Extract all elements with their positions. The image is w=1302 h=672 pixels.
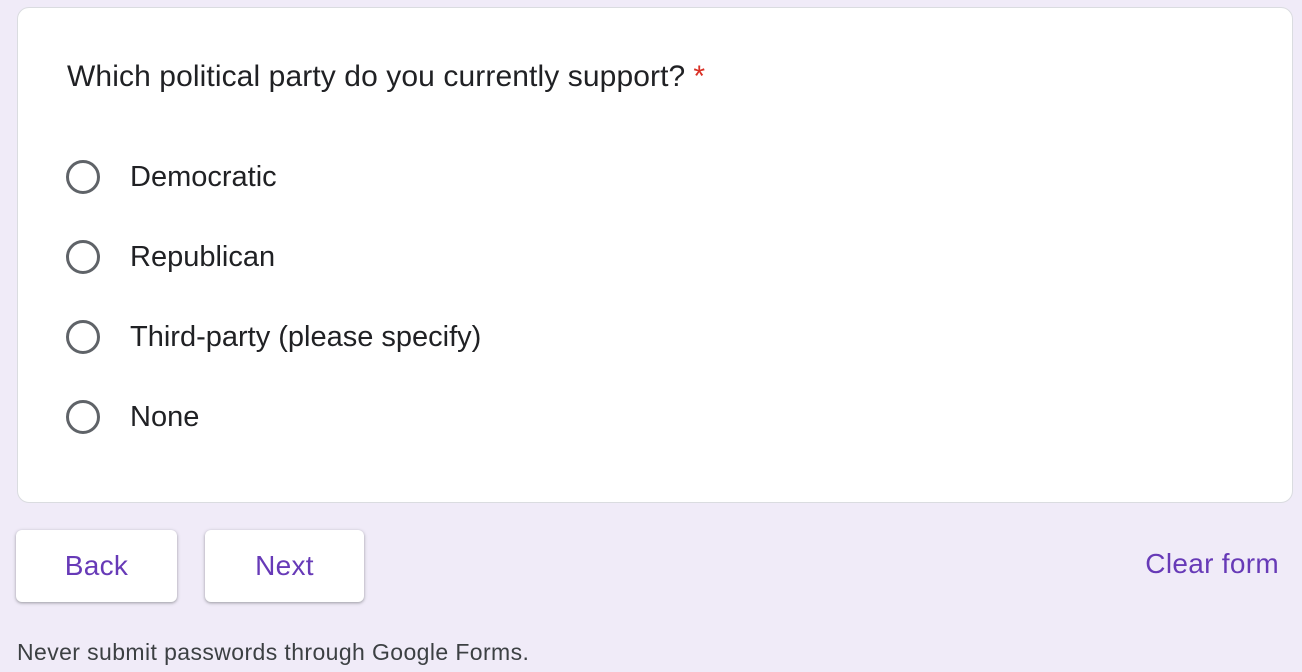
- radio-button[interactable]: [66, 240, 100, 274]
- radio-button[interactable]: [66, 320, 100, 354]
- option-republican[interactable]: Republican: [66, 235, 275, 279]
- option-none[interactable]: None: [66, 395, 199, 439]
- back-button[interactable]: Back: [16, 530, 177, 602]
- question-title: Which political party do you currently s…: [67, 60, 705, 94]
- question-card: Which political party do you currently s…: [17, 7, 1293, 503]
- question-text: Which political party do you currently s…: [67, 60, 686, 93]
- radio-button[interactable]: [66, 400, 100, 434]
- option-label: Third-party (please specify): [130, 320, 482, 353]
- radio-button[interactable]: [66, 160, 100, 194]
- option-label: Republican: [130, 240, 276, 273]
- option-label: None: [130, 400, 200, 433]
- required-asterisk: *: [693, 60, 706, 93]
- password-warning: Never submit passwords through Google Fo…: [17, 639, 530, 665]
- clear-form-button[interactable]: Clear form: [1145, 548, 1279, 580]
- option-third-party[interactable]: Third-party (please specify): [66, 315, 481, 359]
- next-button[interactable]: Next: [205, 530, 364, 602]
- option-label: Democratic: [130, 160, 277, 193]
- option-democratic[interactable]: Democratic: [66, 155, 277, 199]
